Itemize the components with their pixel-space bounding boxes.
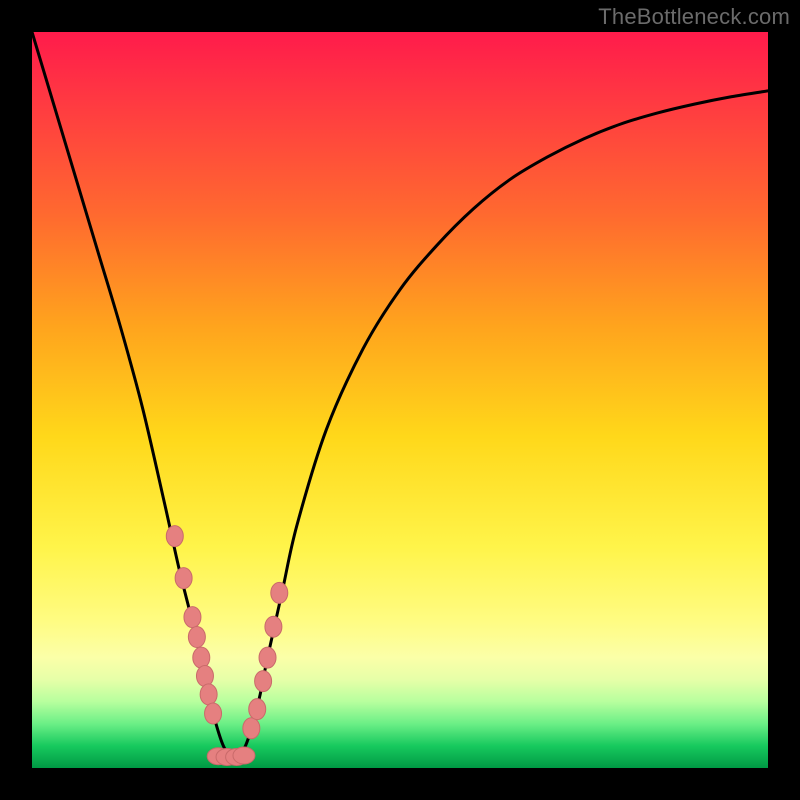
bead-point <box>265 616 282 637</box>
bead-point <box>166 526 183 547</box>
bead-point <box>205 703 222 724</box>
chart-overlay <box>32 32 768 768</box>
bead-point <box>255 671 272 692</box>
bottleneck-curve <box>32 32 768 758</box>
watermark-text: TheBottleneck.com <box>598 4 790 30</box>
bead-point <box>200 684 217 705</box>
bead-point <box>243 718 260 739</box>
bead-point <box>175 568 192 589</box>
bead-point <box>271 582 288 603</box>
bead-point <box>259 647 276 668</box>
bead-point <box>193 647 210 668</box>
bead-point <box>196 666 213 687</box>
bead-point <box>184 607 201 628</box>
outer-frame: TheBottleneck.com <box>0 0 800 800</box>
plot-area <box>32 32 768 768</box>
bead-point <box>233 747 255 764</box>
bead-point <box>249 699 266 720</box>
bead-point <box>188 626 205 647</box>
